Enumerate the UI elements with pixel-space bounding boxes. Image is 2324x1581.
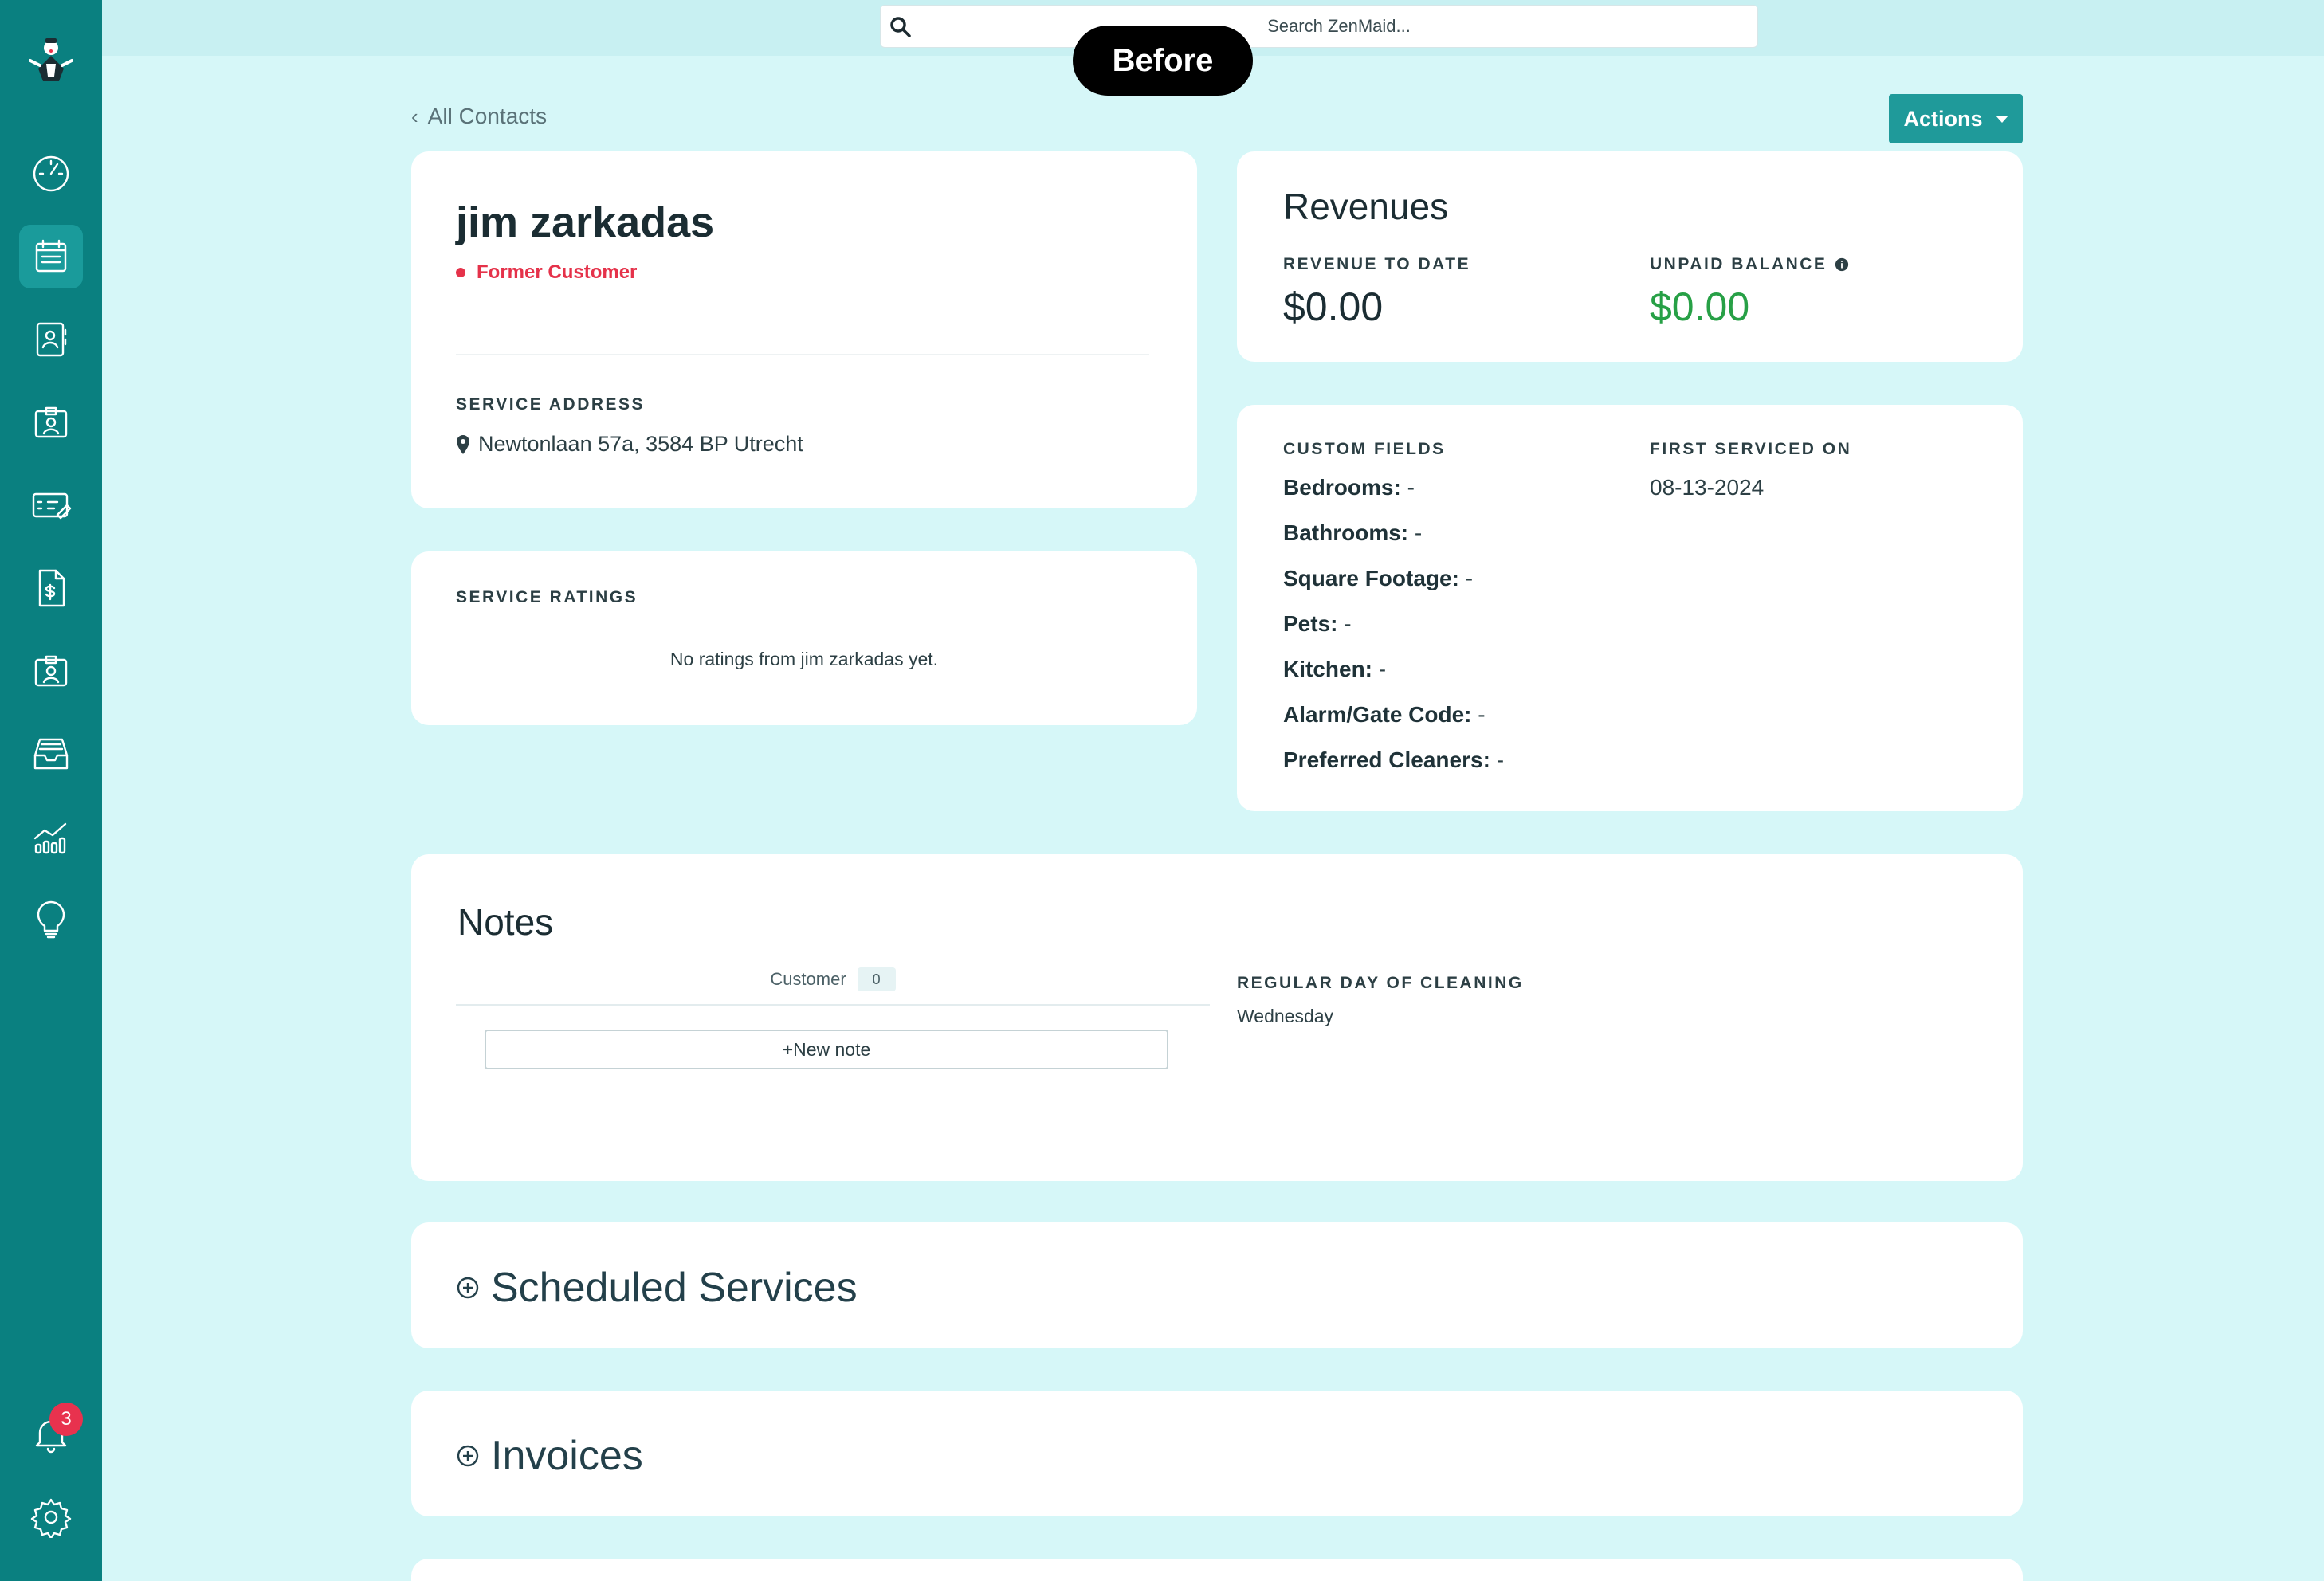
contact-name: jim zarkadas (456, 198, 715, 246)
caret-down-icon (1995, 115, 2008, 123)
custom-field-square-footage: Square Footage: - (1283, 566, 1474, 590)
before-label-overlay: Before (1073, 26, 1253, 96)
info-icon[interactable] (1835, 257, 1849, 272)
notes-title: Notes (457, 901, 554, 943)
sidebar-item-contacts[interactable] (19, 308, 83, 371)
regular-day-value: Wednesday (1237, 1006, 1334, 1026)
sidebar: 3 (0, 0, 102, 1581)
revenue-to-date-label: REVENUE TO DATE (1283, 255, 1471, 273)
map-pin-icon (457, 434, 469, 454)
ratings-empty-text: No ratings from jim zarkadas yet. (669, 649, 939, 669)
sidebar-item-ideas[interactable] (19, 888, 83, 951)
tab-customer-label: Customer (770, 969, 846, 989)
sidebar-item-inbox[interactable] (19, 722, 83, 786)
team-badge-icon (34, 655, 68, 687)
unpaid-balance-header: UNPAID BALANCE (1650, 255, 1849, 274)
custom-field-preferred-cleaners: Preferred Cleaners: - (1283, 747, 1505, 772)
gear-icon (30, 1498, 72, 1538)
custom-fields-label: CUSTOM FIELDS (1283, 440, 1446, 458)
service-address-label: SERVICE ADDRESS (456, 395, 646, 414)
revenues-title: Revenues (1283, 186, 1449, 227)
expand-plus-circle-icon (457, 1445, 479, 1467)
back-link-all-contacts[interactable]: ‹ All Contacts (411, 100, 547, 132)
custom-field-bathrooms: Bathrooms: - (1283, 520, 1423, 545)
service-ratings-card: SERVICE RATINGS No ratings from jim zark… (411, 551, 1197, 725)
sidebar-item-cleaners[interactable] (19, 390, 83, 454)
id-badge-icon (34, 406, 68, 438)
notification-count-badge: 3 (49, 1402, 83, 1436)
back-link-label: All Contacts (427, 104, 548, 128)
actions-dropdown-button[interactable]: Actions (1889, 94, 2023, 143)
invoices-title: Invoices (491, 1433, 643, 1479)
sidebar-item-settings[interactable] (19, 1485, 83, 1549)
status-label: Former Customer (477, 261, 638, 283)
sidebar-item-reports[interactable] (19, 805, 83, 869)
notes-card: Notes Customer 0 +New note REGULAR DAY O… (411, 854, 2023, 1181)
service-address-text: Newtonlaan 57a, 3584 BP Utrecht (478, 432, 803, 456)
scheduled-services-header[interactable]: Scheduled Services (456, 1264, 858, 1312)
calendar-icon (35, 239, 67, 273)
sidebar-item-payments[interactable] (19, 473, 83, 537)
lightbulb-icon (37, 900, 65, 939)
search-box[interactable] (880, 5, 1758, 48)
service-ratings-label: SERVICE RATINGS (456, 588, 638, 606)
custom-fields-card: CUSTOM FIELDS Bedrooms: - Bathrooms: - S… (1237, 405, 2023, 811)
chevron-left-icon: ‹ (411, 104, 418, 128)
zenmaid-logo[interactable] (19, 32, 83, 96)
new-note-button[interactable]: +New note (485, 1030, 1168, 1069)
actions-button-label: Actions (1903, 106, 1983, 131)
custom-field-bedrooms: Bedrooms: - (1283, 475, 1415, 500)
sidebar-item-calendar[interactable] (19, 225, 83, 288)
sidebar-item-team[interactable] (19, 639, 83, 703)
payment-card-icon (32, 492, 72, 520)
dashboard-gauge-icon (33, 155, 69, 192)
next-section-card (411, 1559, 2023, 1581)
tab-customer-count: 0 (857, 967, 896, 991)
divider (456, 354, 1149, 355)
sidebar-item-invoices[interactable] (19, 556, 83, 620)
reports-chart-icon (33, 822, 67, 854)
invoices-header[interactable]: Invoices (456, 1432, 643, 1480)
scheduled-services-section[interactable]: Scheduled Services (411, 1222, 2023, 1348)
invoice-dollar-icon (38, 569, 65, 607)
service-address: Newtonlaan 57a, 3584 BP Utrecht (456, 432, 803, 457)
inbox-tray-icon (33, 738, 69, 770)
status-dot-icon (456, 268, 465, 277)
regular-day-label: REGULAR DAY OF CLEANING (1237, 974, 1524, 992)
tab-customer[interactable]: Customer 0 (770, 967, 896, 991)
custom-field-alarm-gate-code: Alarm/Gate Code: - (1283, 702, 1486, 727)
custom-fields-list: Bedrooms: - Bathrooms: - Square Footage:… (1283, 475, 1504, 793)
unpaid-balance-label: UNPAID BALANCE (1650, 255, 1827, 273)
first-serviced-label: FIRST SERVICED ON (1650, 440, 1852, 458)
revenues-card: Revenues REVENUE TO DATE $0.00 UNPAID BA… (1237, 151, 2023, 362)
notes-tabs: Customer 0 (456, 967, 1210, 1006)
sidebar-item-dashboard[interactable] (19, 142, 83, 206)
first-serviced-value: 08-13-2024 (1650, 475, 1765, 500)
contacts-book-icon (36, 322, 67, 357)
revenue-to-date-value: $0.00 (1283, 284, 1384, 329)
custom-field-pets: Pets: - (1283, 611, 1352, 636)
search-input[interactable] (928, 10, 1749, 42)
expand-plus-circle-icon (457, 1277, 479, 1299)
unpaid-balance-value: $0.00 (1650, 284, 1750, 329)
contact-card: jim zarkadas Former Customer SERVICE ADD… (411, 151, 1197, 508)
custom-field-kitchen: Kitchen: - (1283, 657, 1387, 681)
scheduled-services-title: Scheduled Services (491, 1265, 858, 1311)
search-icon (890, 17, 911, 37)
invoices-section[interactable]: Invoices (411, 1391, 2023, 1516)
contact-status: Former Customer (456, 261, 637, 284)
